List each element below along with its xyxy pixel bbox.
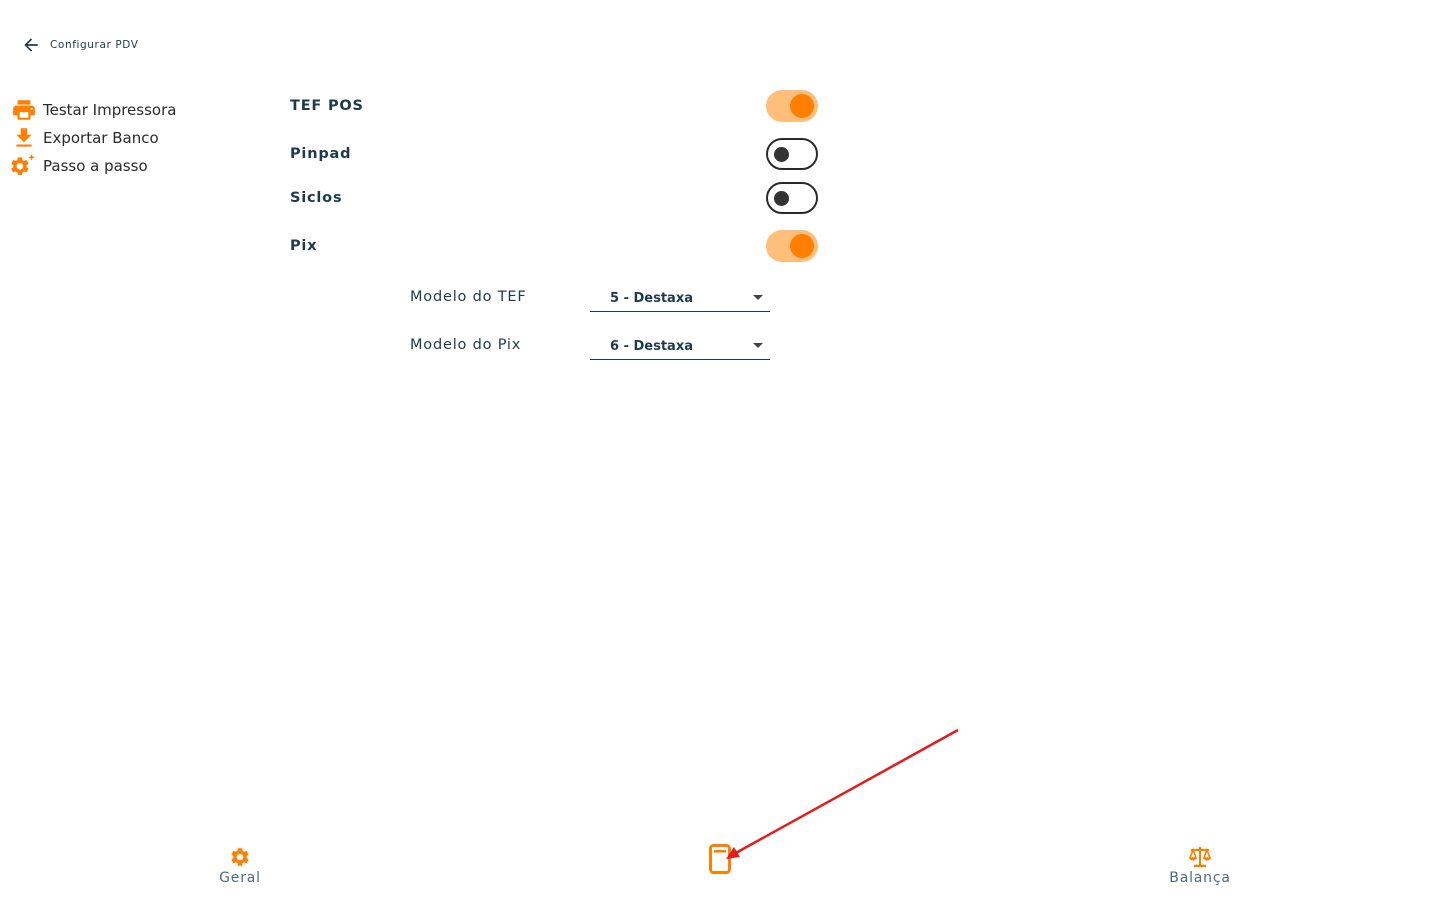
setting-label-tef-pos: TEF POS [290,98,364,114]
toggle-knob [790,234,814,258]
setting-row-pix: Pix [290,230,818,262]
app-header: Configurar PDV [20,34,139,56]
caret-down-icon [753,343,763,348]
modelo-tef-select[interactable]: 5 - Destaxa [590,282,770,312]
pix-toggle[interactable] [766,230,818,262]
arrow-left-icon [24,38,38,52]
pinpad-toggle[interactable] [766,138,818,170]
bottom-nav: Geral Balança [0,838,1439,899]
side-item-exportar-banco[interactable]: Exportar Banco [11,124,176,152]
setting-label-pix: Pix [290,238,318,254]
select-value: 5 - Destaxa [610,291,693,306]
toggle-knob [774,147,789,162]
side-item-testar-impressora[interactable]: Testar Impressora [11,96,176,124]
setting-row-siclos: Siclos [290,182,818,214]
tef-pos-toggle[interactable] [766,90,818,122]
siclos-toggle[interactable] [766,182,818,214]
select-value: 6 - Destaxa [610,339,693,354]
caret-down-icon [753,295,763,300]
side-item-label: Testar Impressora [43,101,177,119]
nav-item-geral[interactable]: Geral [180,846,300,886]
nav-item-tef[interactable] [660,844,780,876]
printer-icon [11,97,37,123]
select-label-modelo-pix: Modelo do Pix [410,337,522,353]
nav-item-balanca[interactable]: Balança [1140,846,1260,886]
side-item-label: Passo a passo [43,157,148,175]
nav-label-balanca: Balança [1169,870,1231,886]
side-menu: Testar Impressora Exportar Banco Passo a… [11,96,176,180]
annotation-arrow [726,728,959,859]
scale-icon [1188,847,1212,868]
setting-row-tef-pos: TEF POS [290,90,818,122]
toggle-knob [774,191,789,206]
setting-label-pinpad: Pinpad [290,146,352,162]
side-item-passo-a-passo[interactable]: Passo a passo [11,152,176,180]
select-row-modelo-pix: Modelo do Pix 6 - Destaxa [410,330,770,360]
modelo-pix-select[interactable]: 6 - Destaxa [590,330,770,360]
setting-label-siclos: Siclos [290,190,343,206]
select-row-modelo-tef: Modelo do TEF 5 - Destaxa [410,282,770,312]
toggle-knob [790,94,814,118]
gear-icon [231,848,249,866]
back-button[interactable] [20,34,42,56]
pos-terminal-icon [709,844,731,874]
gear-sparkle-icon [11,153,37,179]
setting-row-pinpad: Pinpad [290,138,818,170]
nav-label-geral: Geral [219,870,261,886]
side-item-label: Exportar Banco [43,129,159,147]
select-label-modelo-tef: Modelo do TEF [410,289,527,305]
download-icon [11,125,37,151]
page-title: Configurar PDV [50,39,139,51]
